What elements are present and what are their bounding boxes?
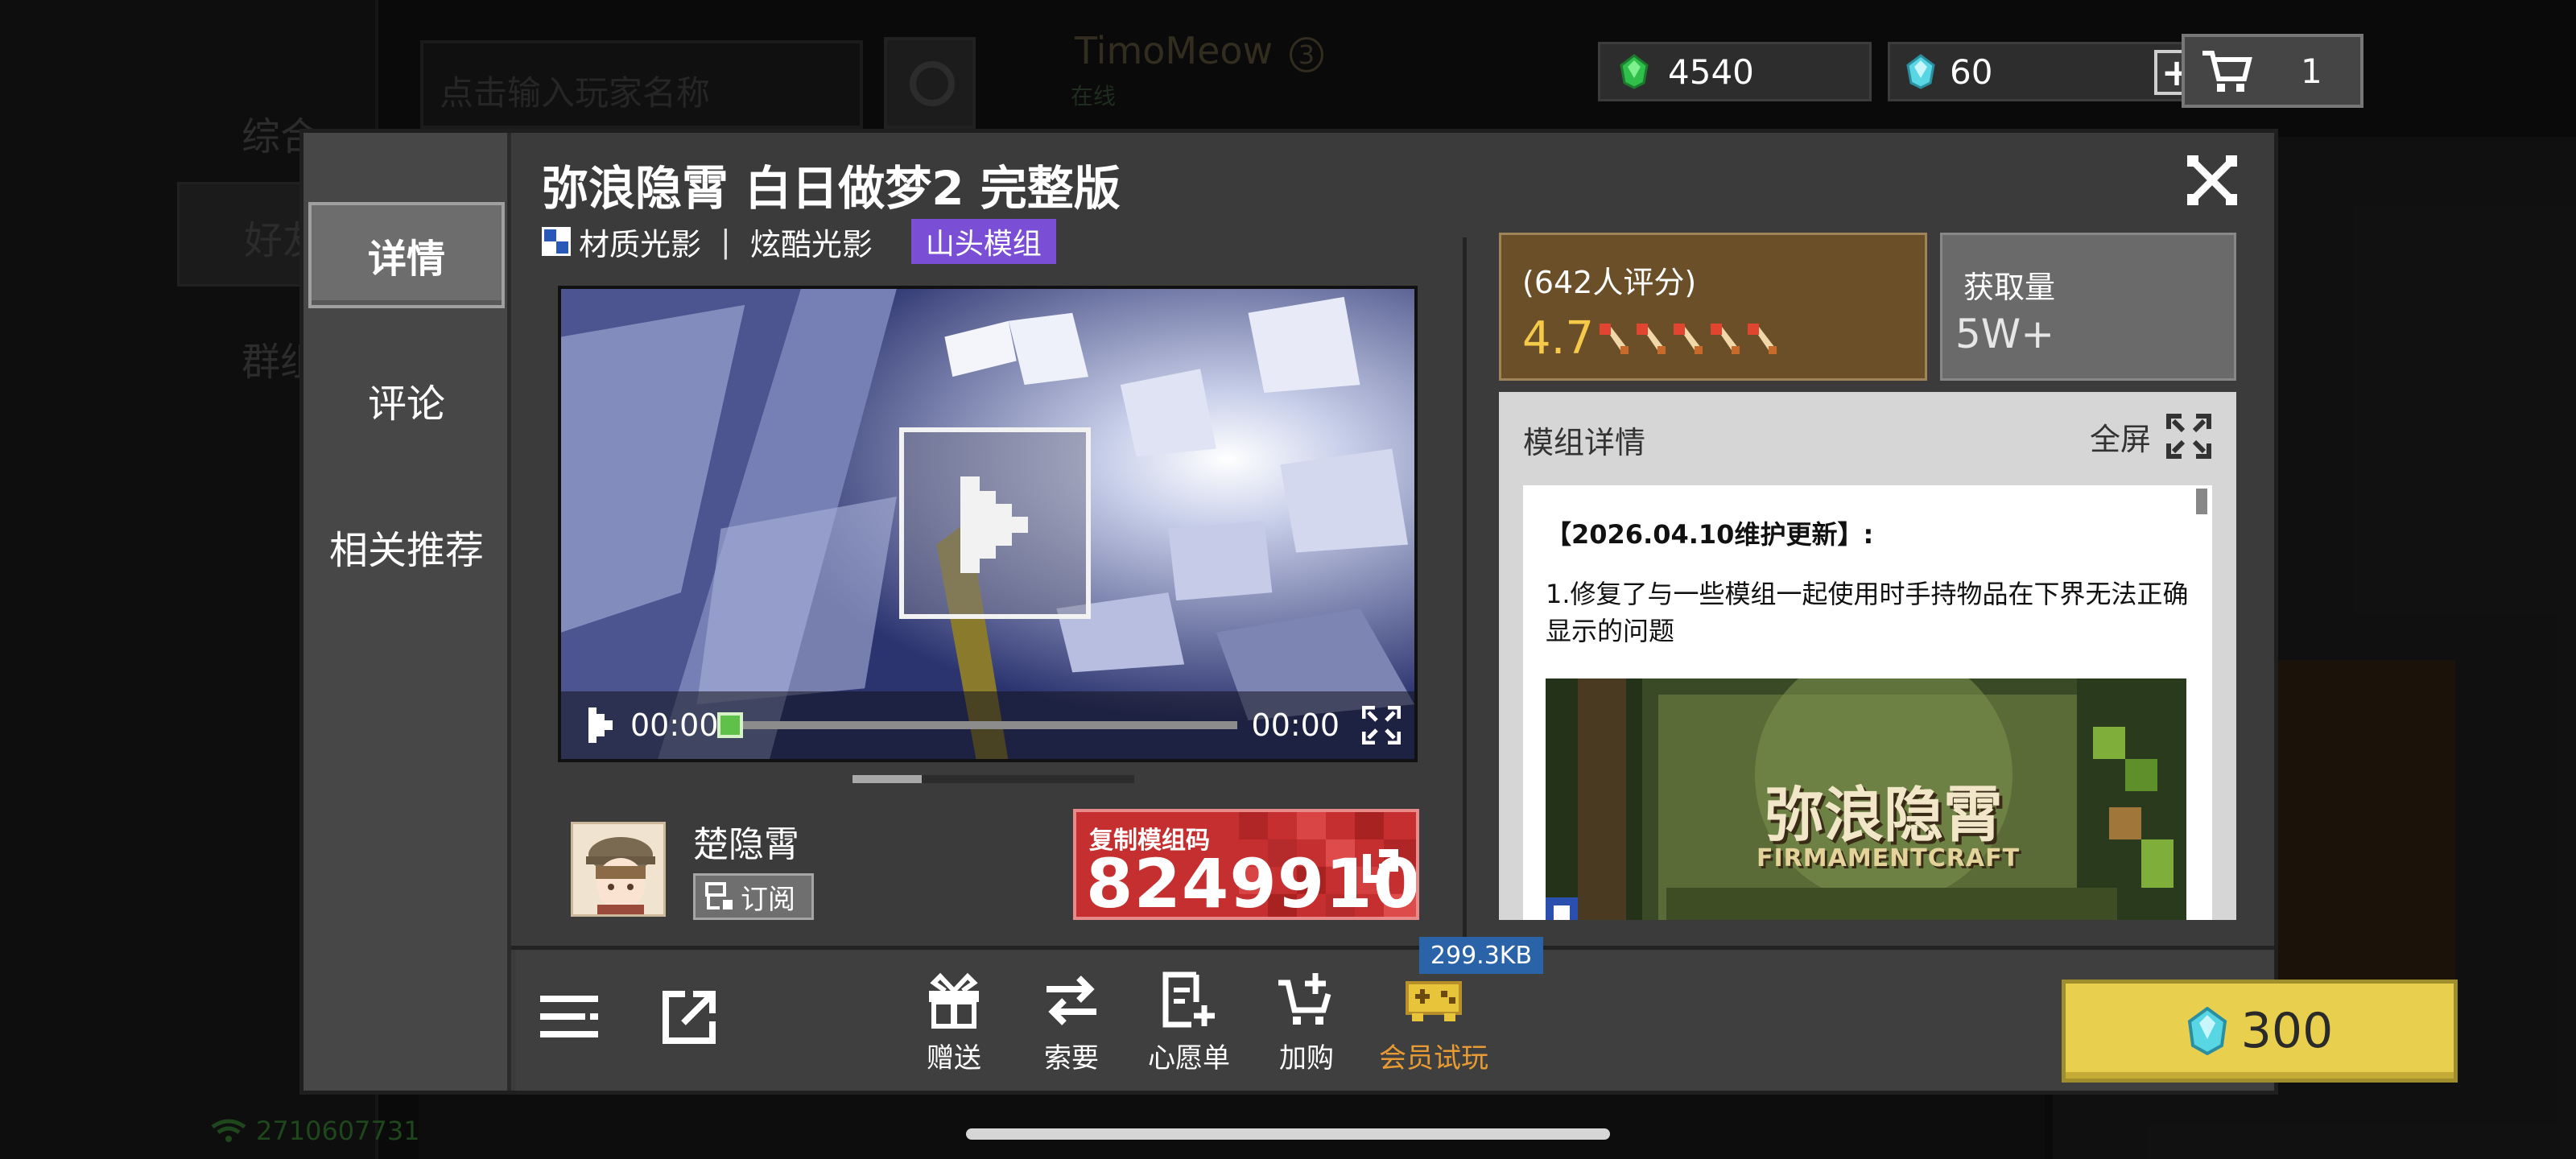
wishlist-button[interactable]: 心愿单: [1141, 970, 1237, 1075]
wishlist-icon: [1162, 971, 1215, 1028]
cart-button[interactable]: 1: [2182, 34, 2363, 108]
tag-cool-shader[interactable]: 炫酷光影: [750, 220, 873, 264]
video-progress-track[interactable]: [716, 712, 1237, 738]
subscribe-label: 订阅: [741, 883, 795, 916]
category-chip[interactable]: 山头模组: [910, 219, 1056, 264]
rating-stars: [1596, 322, 1780, 356]
rating-card[interactable]: (642人评分) 4.7: [1499, 233, 1927, 381]
video-control-bar: 00:00 00:00: [561, 691, 1414, 759]
vip-trial-button[interactable]: 会员试玩: [1369, 970, 1498, 1075]
tab-details[interactable]: 详情: [308, 202, 505, 308]
add-cart-icon: [1278, 973, 1331, 1025]
tab-comments[interactable]: 评论: [308, 347, 505, 453]
copy-mod-code-button[interactable]: 复制模组码 8249910: [1073, 809, 1419, 920]
banner-title: 弥浪隐霄: [1765, 781, 2003, 850]
vip-trial-label: 会员试玩: [1379, 1042, 1488, 1074]
share-icon[interactable]: [661, 989, 717, 1046]
subscribe-button[interactable]: 订阅: [693, 873, 814, 920]
mod-tags: 材质光影 | 炫酷光影 山头模组: [542, 219, 1056, 264]
details-scroll-area[interactable]: 【2026.04.10维护更新】: 1.修复了与一些模组一起使用时手持物品在下界…: [1523, 485, 2212, 920]
request-label: 索要: [1044, 1042, 1099, 1074]
gift-button[interactable]: 赠送: [906, 970, 1002, 1075]
video-current-time: 00:00: [630, 707, 719, 743]
checkerboard-icon: [542, 227, 571, 256]
gift-icon: [929, 972, 979, 1029]
preview-video[interactable]: 00:00 00:00: [558, 286, 1418, 762]
request-button[interactable]: 索要: [1023, 970, 1120, 1075]
add-cart-label: 加购: [1279, 1042, 1334, 1074]
details-fullscreen-button[interactable]: 全屏: [2090, 413, 2212, 460]
fullscreen-label: 全屏: [2089, 421, 2151, 457]
author-avatar[interactable]: [571, 822, 666, 917]
rating-star-icon: [1711, 324, 1740, 354]
emerald-icon: [1620, 54, 1649, 89]
copy-icon: [1363, 849, 1398, 883]
tag-separator: |: [720, 224, 731, 259]
media-pager-thumb: [852, 775, 922, 783]
update-title: 【2026.04.10维护更新】:: [1546, 519, 1874, 550]
avatar-image: [573, 824, 663, 914]
rating-star-icon: [1637, 324, 1666, 354]
cart-count: 1: [2301, 51, 2322, 91]
column-divider: [1463, 237, 1467, 958]
home-indicator[interactable]: [966, 1128, 1610, 1140]
update-body: 1.修复了与一些模组一起使用时手持物品在下界无法正确显示的问题: [1546, 579, 2189, 646]
mod-title: 弥浪隐霄 白日做梦2 完整版: [542, 161, 1121, 216]
details-scrollbar[interactable]: [2196, 489, 2207, 514]
rating-star-icon: [1748, 324, 1777, 354]
mod-details-panel: 模组详情 全屏 【2026.04.10维护更新】: 1.修复了与一些模组一起使用…: [1499, 392, 2236, 920]
bottom-divider: [511, 946, 2274, 950]
swap-icon: [1046, 975, 1096, 1025]
video-fullscreen-icon[interactable]: [1362, 706, 1402, 744]
banner-subtitle: FIRMAMENTCRAFT: [1757, 844, 2021, 872]
rating-star-icon: [1600, 324, 1629, 354]
tag-material-shader[interactable]: 材质光影: [579, 220, 701, 264]
size-badge: 299.3KB: [1419, 937, 1543, 974]
dialog-side-nav: 详情 评论 相关推荐: [303, 133, 511, 1091]
video-progress-knob[interactable]: [716, 712, 743, 738]
add-to-cart-button[interactable]: 加购: [1258, 970, 1355, 1075]
author-name[interactable]: 楚隐霄: [693, 815, 799, 867]
wishlist-label: 心愿单: [1148, 1042, 1230, 1074]
diamond-balance: 60 +: [1888, 42, 2210, 101]
downloads-label: 获取量: [1963, 270, 2056, 305]
emerald-amount: 4540: [1668, 52, 1754, 92]
close-icon[interactable]: [2187, 155, 2237, 205]
play-overlay-button[interactable]: [899, 427, 1091, 619]
menu-icon[interactable]: [540, 992, 598, 1042]
rating-score: 4.7: [1522, 312, 1595, 365]
subscribe-icon: [705, 882, 733, 909]
tab-related[interactable]: 相关推荐: [308, 493, 505, 600]
play-icon: [960, 476, 1028, 573]
expand-icon: [2166, 414, 2211, 459]
buy-price: 300: [2240, 1003, 2334, 1059]
downloads-value: 5W+: [1955, 311, 2055, 357]
diamond-price-icon: [2187, 1007, 2227, 1055]
diamond-amount: 60: [1950, 52, 1993, 92]
mod-banner-image: 弥浪隐霄 FIRMAMENTCRAFT: [1546, 678, 2186, 920]
gift-label: 赠送: [927, 1042, 981, 1074]
emerald-balance: 4540: [1598, 42, 1872, 101]
rating-count: (642人评分): [1522, 265, 1697, 300]
diamond-icon: [1906, 54, 1935, 89]
video-total-time: 00:00: [1251, 707, 1340, 743]
media-pager[interactable]: [852, 775, 1134, 783]
details-heading: 模组详情: [1523, 425, 1646, 460]
play-small-icon[interactable]: [588, 707, 617, 743]
buy-button[interactable]: 300: [2062, 980, 2458, 1083]
bottom-action-bar: 赠送 索要 心愿单 加购 会员试玩 300: [516, 951, 2458, 1091]
cart-icon: [2202, 51, 2252, 92]
mod-detail-dialog: 详情 评论 相关推荐 弥浪隐霄 白日做梦2 完整版 材质光影 | 炫酷光影 山头…: [299, 129, 2458, 1095]
downloads-card: 获取量 5W+: [1940, 233, 2236, 381]
gamepad-icon: [1406, 981, 1462, 1021]
rating-star-icon: [1674, 324, 1703, 354]
